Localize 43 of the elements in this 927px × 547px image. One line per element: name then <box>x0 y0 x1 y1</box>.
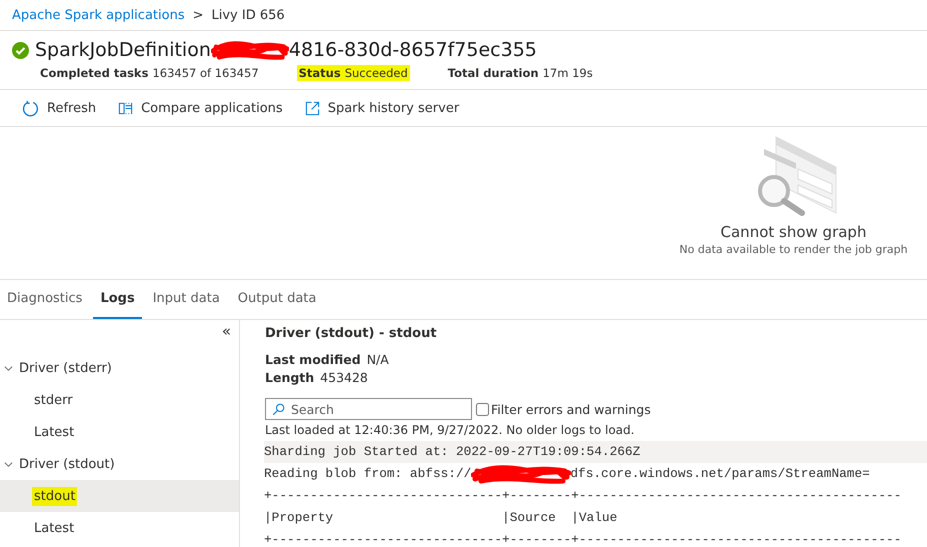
tree-group[interactable]: Driver (stdout) <box>0 448 239 480</box>
log-line: dfs.core.windows.net/params/StreamName= <box>570 465 870 483</box>
tree-item[interactable]: stdout <box>0 480 239 512</box>
columns-icon <box>118 100 134 116</box>
toolbar-button[interactable]: Spark history server <box>304 98 460 118</box>
field-value: N/A <box>366 351 389 369</box>
toolbar-button[interactable]: Compare applications <box>118 98 283 118</box>
tab[interactable]: Logs <box>93 280 142 319</box>
filter-checkbox[interactable] <box>476 402 489 416</box>
external-link-icon <box>304 100 320 116</box>
empty-state-message: No data available to render the job graph <box>679 243 908 256</box>
load-status: Last loaded at 12:40:36 PM, 9/27/2022. No older logs to load. <box>265 423 636 437</box>
tree-item[interactable]: Latest <box>0 416 239 448</box>
tree-item[interactable]: stderr <box>0 384 239 416</box>
breadcrumb-link[interactable]: Apache Spark applications <box>12 8 185 22</box>
breadcrumb-current: Livy ID 656 <box>212 8 285 22</box>
breadcrumb-separator: > <box>192 8 204 22</box>
tab[interactable]: Output data <box>230 280 324 319</box>
tab[interactable]: Input data <box>146 280 227 319</box>
success-icon <box>12 42 29 58</box>
stat: Total duration 17m 19s <box>446 65 594 81</box>
refresh-icon <box>22 100 39 116</box>
log-line: Reading blob from: abfss:// <box>264 465 472 483</box>
toolbar-button[interactable]: Refresh <box>22 98 96 118</box>
job-title: SparkJobDefinition <box>35 39 211 61</box>
highlighted-stat: Status Succeeded <box>296 65 410 81</box>
log-line: |Property |Source |Value <box>264 509 618 527</box>
search-icon <box>272 403 285 416</box>
search-field[interactable]: Search <box>265 398 472 420</box>
field-label: Length <box>265 369 314 387</box>
empty-state-title: Cannot show graph <box>720 223 866 241</box>
field-value: 453428 <box>320 369 368 387</box>
tab[interactable]: Diagnostics <box>0 280 90 319</box>
tree-item[interactable]: Latest <box>0 512 239 544</box>
job-title: 4816-830d-8657f75ec355 <box>288 39 537 61</box>
log-line: +------------------------------+--------+------------------------------------------ <box>264 531 902 547</box>
tree-group[interactable]: Driver (stderr) <box>0 352 239 384</box>
checkbox-label: Filter errors and warnings <box>491 402 651 416</box>
collapse-button[interactable]: « <box>214 320 239 340</box>
field-label: Last modified <box>265 351 361 369</box>
log-line: +------------------------------+--------+------------------------------------------ <box>264 487 902 505</box>
log-title: Driver (stdout) - stdout <box>265 326 438 341</box>
stat: Completed tasks 163457 of 163457 <box>39 65 260 81</box>
